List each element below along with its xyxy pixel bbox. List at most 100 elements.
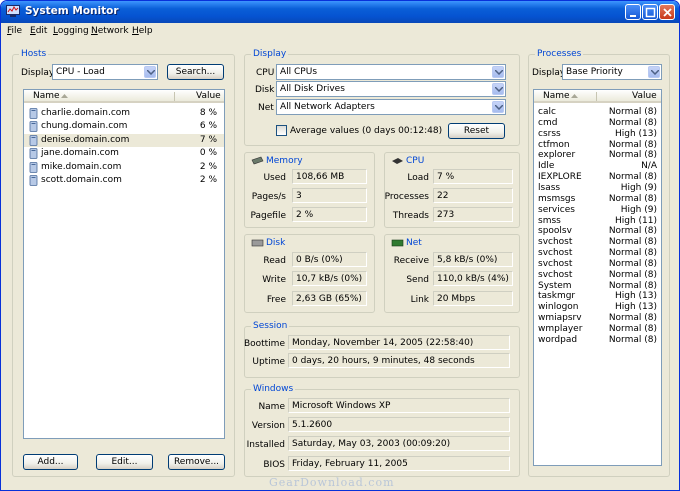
menu-help[interactable]: Help	[132, 26, 153, 36]
maximize-icon	[645, 7, 656, 18]
processes-display-select[interactable]: Base Priority	[562, 64, 662, 80]
process-row[interactable]: services High (9)	[534, 205, 661, 216]
session-group: Session Boottime Monday, November 14, 20…	[244, 321, 520, 378]
process-row[interactable]: smss High (11)	[534, 216, 661, 227]
process-row[interactable]: wordpad Normal (8)	[534, 335, 661, 346]
host-value: 2 %	[199, 161, 217, 172]
hosts-col-name[interactable]: Name	[33, 91, 60, 101]
host-row[interactable]: charlie.domain.com 8 %	[24, 107, 224, 120]
process-row[interactable]: lsass High (9)	[534, 183, 661, 194]
process-value: High (13)	[614, 291, 657, 302]
process-value: Normal (8)	[608, 313, 657, 324]
process-row[interactable]: System Normal (8)	[534, 281, 661, 292]
reset-button[interactable]: Reset	[448, 123, 505, 139]
process-value: Normal (8)	[608, 248, 657, 259]
bios-value: Friday, February 11, 2005	[288, 456, 510, 471]
process-value: High (9)	[620, 182, 657, 193]
processes-col-value[interactable]: Value	[632, 91, 657, 101]
pagefile-value: 2 %	[292, 207, 367, 222]
process-row[interactable]: wmiapsrv Normal (8)	[534, 313, 661, 324]
chevron-down-icon	[492, 101, 504, 113]
process-row[interactable]: wmplayer Normal (8)	[534, 324, 661, 335]
disk-select[interactable]: All Disk Drives	[276, 81, 506, 97]
menu-file[interactable]: File	[7, 26, 22, 36]
processes-list[interactable]: Name Value calc Normal (8) cmd Normal (8) cs…	[533, 89, 662, 466]
processes-list-header: Name Value	[534, 90, 661, 103]
processes-display-value: Base Priority	[566, 67, 623, 77]
version-label: Version	[251, 421, 285, 431]
processes-value: 22	[433, 188, 513, 203]
menu-network[interactable]: Network	[91, 26, 129, 36]
title-bar[interactable]: System Monitor	[1, 1, 679, 23]
close-button[interactable]	[659, 4, 675, 20]
net-select[interactable]: All Network Adapters	[276, 99, 506, 115]
host-name: jane.domain.com	[41, 148, 119, 159]
memory-icon	[251, 156, 264, 165]
host-row[interactable]: mike.domain.com 2 %	[24, 161, 224, 174]
menu-logging[interactable]: Logging	[53, 26, 89, 36]
used-value: 108,66 MB	[292, 169, 367, 184]
memory-title: Memory	[266, 156, 303, 166]
process-name: winlogon	[538, 302, 579, 313]
chevron-down-icon	[144, 66, 156, 78]
maximize-button[interactable]	[642, 4, 658, 20]
process-row[interactable]: explorer Normal (8)	[534, 150, 661, 161]
process-row[interactable]: svchost Normal (8)	[534, 270, 661, 281]
process-value: High (11)	[614, 215, 657, 226]
process-row[interactable]: msmsgs Normal (8)	[534, 194, 661, 205]
processes-col-name[interactable]: Name	[543, 91, 570, 101]
process-row[interactable]: cmd Normal (8)	[534, 118, 661, 129]
hosts-col-value[interactable]: Value	[196, 91, 221, 101]
minimize-button[interactable]	[625, 4, 641, 20]
process-name: ctfmon	[538, 139, 570, 150]
process-row[interactable]: svchost Normal (8)	[534, 248, 661, 259]
cpu-select[interactable]: All CPUs	[276, 64, 506, 80]
session-group-title: Session	[251, 321, 290, 331]
process-name: taskmgr	[538, 291, 576, 302]
system-monitor-window: System Monitor File Edit Logging Network…	[0, 0, 680, 491]
process-value: N/A	[641, 161, 657, 172]
host-row[interactable]: jane.domain.com 0 %	[24, 147, 224, 160]
process-row[interactable]: svchost Normal (8)	[534, 259, 661, 270]
average-checkbox[interactable]	[276, 125, 287, 136]
remove-host-button[interactable]: Remove...	[168, 454, 225, 470]
net-label: Net	[258, 103, 274, 113]
process-row[interactable]: calc Normal (8)	[534, 107, 661, 118]
process-row[interactable]: spoolsv Normal (8)	[534, 226, 661, 237]
receive-label: Receive	[393, 256, 429, 266]
process-name: spoolsv	[538, 226, 572, 237]
process-value: Normal (8)	[608, 280, 657, 291]
hosts-list[interactable]: Name Value charlie.domain.com 8 % chung.do…	[23, 89, 225, 439]
hosts-display-select[interactable]: CPU - Load	[52, 64, 158, 80]
receive-value: 5,8 kB/s (0%)	[433, 252, 513, 267]
host-row[interactable]: denise.domain.com 7 %	[24, 133, 224, 147]
process-row[interactable]: taskmgr High (13)	[534, 291, 661, 302]
host-row[interactable]: chung.domain.com 6 %	[24, 120, 224, 133]
disk-label: Disk	[255, 85, 275, 95]
host-row[interactable]: scott.domain.com 2 %	[24, 174, 224, 187]
app-icon	[6, 5, 20, 17]
process-row[interactable]: winlogon High (13)	[534, 302, 661, 313]
process-row[interactable]: IEXPLORE Normal (8)	[534, 172, 661, 183]
process-row[interactable]: ctfmon Normal (8)	[534, 140, 661, 151]
threads-label: Threads	[392, 211, 429, 221]
hosts-group-title: Hosts	[19, 49, 49, 59]
host-name: scott.domain.com	[41, 175, 122, 185]
edit-host-button[interactable]: Edit...	[96, 454, 153, 470]
search-button[interactable]: Search...	[167, 64, 224, 80]
cpu-panel: CPU Load 7 % Processes 22 Threads 273	[384, 152, 520, 228]
process-row[interactable]: csrss High (13)	[534, 129, 661, 140]
send-value: 110,0 kB/s (4%)	[433, 271, 513, 286]
display-group: Display CPU All CPUs Disk All Disk Drive…	[244, 49, 520, 146]
process-name: IEXPLORE	[538, 172, 582, 183]
process-row[interactable]: svchost Normal (8)	[534, 237, 661, 248]
add-host-button[interactable]: Add...	[23, 454, 78, 470]
process-name: Idle	[538, 161, 555, 172]
menu-edit[interactable]: Edit	[30, 26, 47, 36]
write-label: Write	[262, 275, 286, 285]
process-row[interactable]: Idle N/A	[534, 161, 661, 172]
load-value: 7 %	[433, 169, 513, 184]
computer-icon	[29, 161, 38, 173]
process-value: Normal (8)	[608, 237, 657, 248]
memory-panel: Memory Used 108,66 MB Pages/s 3 Pagefile…	[244, 152, 375, 228]
